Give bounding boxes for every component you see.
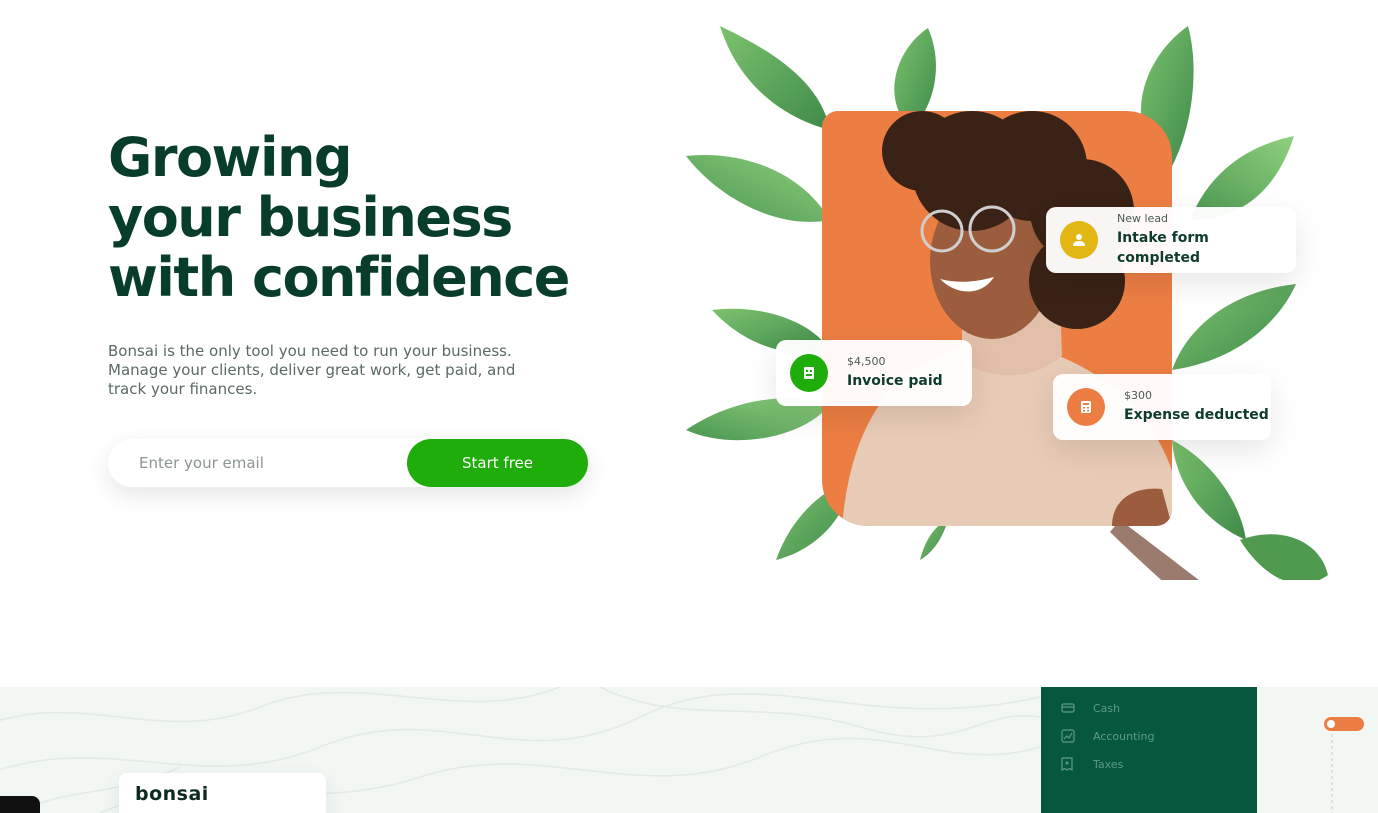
- sidebar-item-label: Taxes: [1093, 757, 1124, 771]
- hero-illustration: [680, 20, 1378, 580]
- calculator-icon: [1067, 388, 1105, 426]
- signup-form: Start free: [108, 439, 588, 487]
- new-lead-title: Intake form completed: [1117, 230, 1209, 266]
- expense-amount: $300: [1124, 389, 1152, 402]
- hero-title: Growing your business with confidence: [108, 128, 628, 308]
- sidebar-item-label: Accounting: [1093, 729, 1155, 743]
- sidebar-item-cash[interactable]: Cash: [1061, 701, 1120, 715]
- invoice-title: Invoice paid: [847, 373, 943, 389]
- sidebar-item-taxes[interactable]: Taxes: [1061, 757, 1123, 771]
- receipt-icon: [1061, 757, 1077, 771]
- user-icon: [1060, 221, 1098, 259]
- sidebar-item-accounting[interactable]: Accounting: [1061, 729, 1154, 743]
- expense-card: $300 Expense deducted: [1053, 374, 1271, 440]
- chart-icon: [1061, 729, 1077, 743]
- chat-widget-tab[interactable]: [0, 796, 40, 813]
- bonsai-logo: bonsai: [135, 783, 209, 805]
- hero-title-line-3: with confidence: [108, 246, 570, 309]
- hero-title-line-2: your business: [108, 186, 513, 249]
- hero-title-line-1: Growing: [108, 126, 353, 189]
- product-preview-section: bonsai Cash Accounting Taxes: [0, 687, 1378, 813]
- invoice-amount: $4,500: [847, 355, 886, 368]
- sidebar-item-label: Cash: [1093, 701, 1121, 715]
- customer-photo: [822, 111, 1172, 526]
- app-sidebar-preview: Cash Accounting Taxes: [1041, 687, 1257, 813]
- hero-subtitle: Bonsai is the only tool you need to run …: [108, 342, 516, 398]
- timeline-marker: [1324, 717, 1364, 813]
- expense-title: Expense deducted: [1124, 407, 1269, 423]
- app-preview-card: bonsai: [119, 773, 326, 813]
- card-icon: [1061, 701, 1077, 715]
- invoice-icon: [790, 354, 828, 392]
- new-lead-label: New lead: [1117, 212, 1169, 225]
- email-input[interactable]: [108, 439, 408, 487]
- new-lead-card: New lead Intake form completed: [1046, 207, 1296, 273]
- start-free-button[interactable]: Start free: [407, 439, 588, 487]
- invoice-card: $4,500 Invoice paid: [776, 340, 972, 406]
